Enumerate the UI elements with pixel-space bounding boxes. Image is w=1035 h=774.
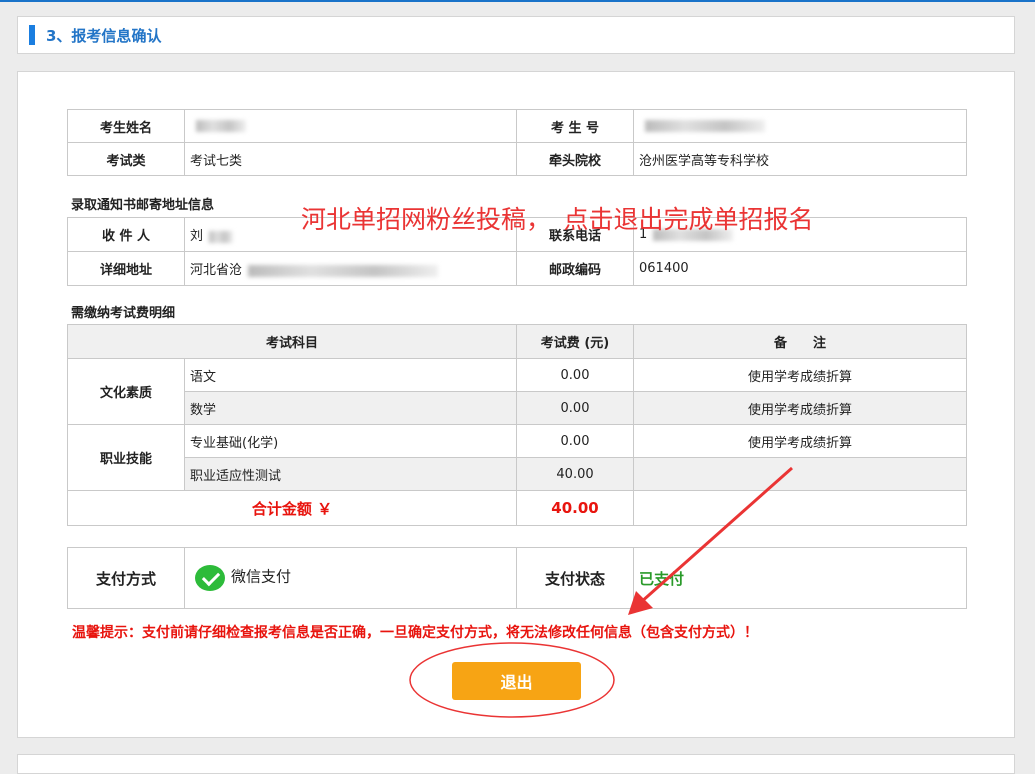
candidate-table: 考生姓名 考 生 号 考试类 考试七类 牵头院校 沧州医学高等专科学校 xyxy=(67,109,967,176)
col-subject-header: 考试科目 xyxy=(66,324,518,359)
fee-cell: 0.00 xyxy=(516,424,635,458)
address-label: 详细地址 xyxy=(67,251,185,286)
school-value: 沧州医学高等专科学校 xyxy=(633,142,967,176)
top-accent-line xyxy=(0,0,1035,2)
payment-table: 支付方式 微信支付 支付状态 已支付 xyxy=(67,547,967,609)
exit-button[interactable]: 退出 xyxy=(452,662,581,700)
name-label: 考生姓名 xyxy=(67,109,185,143)
address-value: 河北省沧 xyxy=(184,251,517,286)
group-name: 文化素质 xyxy=(67,358,185,425)
category-value: 考试七类 xyxy=(184,142,517,176)
total-value: 40.00 xyxy=(516,490,635,526)
note-cell xyxy=(633,457,968,491)
subject-cell: 专业基础(化学) xyxy=(183,424,518,458)
payment-status-value: 已支付 xyxy=(639,569,685,588)
section-title: 3、报考信息确认 xyxy=(46,27,162,45)
watermark-text: 河北单招网粉丝投稿， 点击退出完成单招报名 xyxy=(301,205,814,234)
subject-cell: 语文 xyxy=(183,358,518,392)
name-value xyxy=(184,109,517,143)
fee-table: 考试科目 考试费 (元) 备 注 文化素质 语文 0.00 使用学考成绩折算 数… xyxy=(66,324,968,526)
note-cell: 使用学考成绩折算 xyxy=(633,391,968,425)
fee-cell: 40.00 xyxy=(516,457,635,491)
mailing-heading: 录取通知书邮寄地址信息 xyxy=(71,198,215,213)
redacted-address xyxy=(248,264,439,277)
postcode-value: 061400 xyxy=(633,251,967,286)
next-panel xyxy=(17,754,1015,774)
section-marker xyxy=(29,25,35,45)
payment-status-cell: 已支付 xyxy=(633,547,967,609)
recipient-label: 收 件 人 xyxy=(67,217,185,252)
total-label: 合计金额 ￥ xyxy=(66,490,518,526)
fee-cell: 0.00 xyxy=(516,391,635,425)
id-label: 考 生 号 xyxy=(516,109,634,143)
redacted-recipient xyxy=(209,230,234,243)
id-value xyxy=(633,109,967,143)
group-name: 职业技能 xyxy=(67,424,185,491)
total-note xyxy=(633,490,968,526)
category-label: 考试类 xyxy=(67,142,185,176)
note-cell: 使用学考成绩折算 xyxy=(633,358,968,392)
fees-heading: 需缴纳考试费明细 xyxy=(71,306,176,321)
payment-status-label: 支付状态 xyxy=(516,547,634,609)
school-label: 牵头院校 xyxy=(516,142,634,176)
col-fee-header: 考试费 (元) xyxy=(516,324,635,359)
warning-tip: 温馨提示：支付前请仔细检查报考信息是否正确，一旦确定支付方式，将无法修改任何信息… xyxy=(72,625,758,641)
subject-cell: 数学 xyxy=(183,391,518,425)
payment-method-cell: 微信支付 xyxy=(184,547,517,609)
fee-cell: 0.00 xyxy=(516,358,635,392)
subject-cell: 职业适应性测试 xyxy=(183,457,518,491)
redacted-id xyxy=(645,120,765,132)
payment-method-label: 支付方式 xyxy=(67,547,185,609)
col-note-header: 备 注 xyxy=(633,324,968,359)
wechat-pay-icon xyxy=(195,565,225,591)
note-cell: 使用学考成绩折算 xyxy=(633,424,968,458)
section-header: 3、报考信息确认 xyxy=(17,16,1015,54)
payment-method-value: 微信支付 xyxy=(231,567,292,586)
postcode-label: 邮政编码 xyxy=(516,251,634,286)
redacted-name xyxy=(196,120,246,132)
